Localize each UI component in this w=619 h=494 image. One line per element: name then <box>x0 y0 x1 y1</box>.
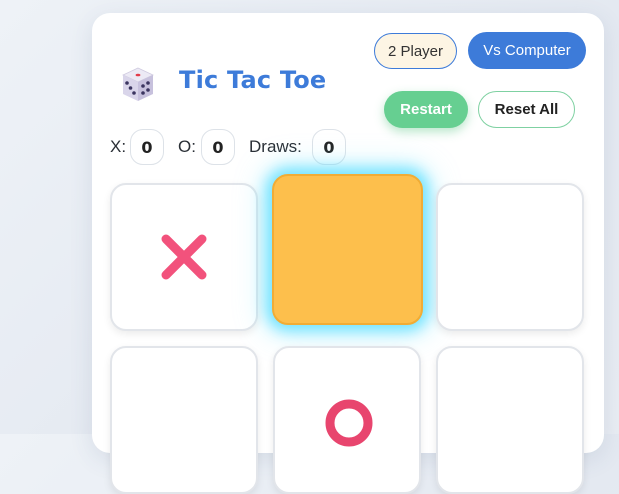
o-mark-icon <box>325 399 373 447</box>
x-mark-icon <box>161 234 207 280</box>
game-card: Tic Tac Toe 2 Player Vs Computer Restart… <box>92 13 604 494</box>
mode-vs-computer-button[interactable]: Vs Computer <box>468 32 586 69</box>
board-cell-1[interactable] <box>110 183 258 331</box>
score-draws-label: Draws: <box>249 137 302 156</box>
score-x-value: 0 <box>130 129 164 165</box>
page-title: Tic Tac Toe <box>179 66 327 94</box>
score-o-label: O: <box>178 137 196 156</box>
dice-icon <box>122 67 154 101</box>
board-cell-6[interactable] <box>436 346 584 494</box>
board-cell-4[interactable] <box>110 346 258 494</box>
board-cell-3[interactable] <box>436 183 584 331</box>
score-o-value: 0 <box>201 129 235 165</box>
score-x-label: X: <box>110 137 127 156</box>
board-cell-5[interactable] <box>273 346 421 494</box>
restart-button[interactable]: Restart <box>384 91 468 128</box>
reset-all-button[interactable]: Reset All <box>478 91 575 128</box>
mode-two-player-button[interactable]: 2 Player <box>374 33 457 69</box>
board-cell-2[interactable] <box>272 174 423 325</box>
score-draws-value: 0 <box>312 129 346 165</box>
